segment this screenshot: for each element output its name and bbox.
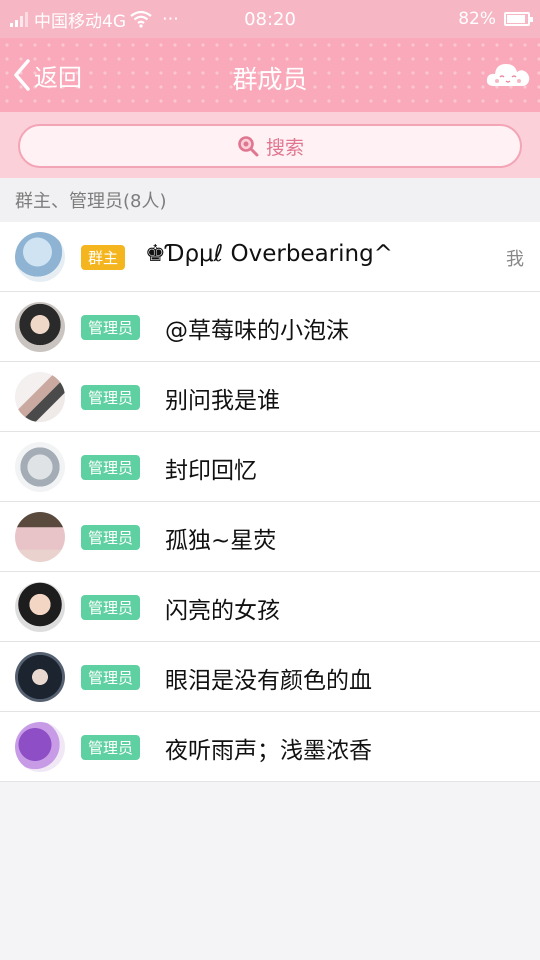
battery-percent: 82%: [458, 9, 496, 29]
self-tag: 我: [506, 249, 524, 270]
member-row[interactable]: 管理员 孤独~星荧: [0, 502, 540, 572]
member-row[interactable]: 管理员 眼泪是没有颜色的血: [0, 642, 540, 712]
cloud-icon[interactable]: [484, 56, 532, 92]
page-title: 群成员: [232, 65, 308, 94]
member-row[interactable]: 管理员 闪亮的女孩: [0, 572, 540, 642]
admin-badge: 管理员: [81, 385, 141, 410]
member-name: ♚Ɗρμℓ Overbearing^: [145, 241, 393, 267]
battery-icon: [504, 12, 533, 26]
avatar: [15, 232, 65, 282]
member-row[interactable]: 管理员 夜听雨声；浅墨浓香: [0, 712, 540, 782]
member-row[interactable]: 管理员 别问我是谁: [0, 362, 540, 432]
member-name: @草莓味的小泡沫: [165, 318, 349, 344]
avatar: [15, 652, 65, 702]
member-name: 眼泪是没有颜色的血: [165, 668, 372, 694]
admin-badge: 管理员: [81, 455, 141, 480]
avatar: [15, 442, 65, 492]
avatar: [15, 302, 65, 352]
member-name: 孤独~星荧: [165, 528, 277, 554]
search-bar: 搜索: [0, 112, 540, 178]
admin-badge: 管理员: [81, 665, 141, 690]
admin-badge: 管理员: [81, 595, 141, 620]
member-name: 封印回忆: [165, 458, 257, 484]
member-row[interactable]: 管理员 封印回忆: [0, 432, 540, 502]
member-name: 别问我是谁: [165, 388, 280, 414]
admin-badge: 管理员: [81, 315, 141, 340]
search-input[interactable]: 搜索: [18, 124, 522, 168]
admin-badge: 管理员: [81, 735, 141, 760]
owner-badge: 群主: [81, 245, 126, 270]
member-row[interactable]: 群主 ♚Ɗρμℓ Overbearing^ 我: [0, 222, 540, 292]
member-row[interactable]: 管理员 @草莓味的小泡沫: [0, 292, 540, 362]
avatar: [15, 372, 65, 422]
admin-badge: 管理员: [81, 525, 141, 550]
avatar: [15, 512, 65, 562]
search-icon: [238, 136, 259, 157]
nav-bar: 返回 群成员: [0, 38, 540, 112]
avatar: [15, 722, 65, 772]
section-header: 群主、管理员(8人): [0, 178, 540, 222]
member-name: 夜听雨声；浅墨浓香: [165, 738, 372, 764]
search-placeholder: 搜索: [265, 136, 304, 159]
member-list: 群主 ♚Ɗρμℓ Overbearing^ 我 管理员 @草莓味的小泡沫 管理员…: [0, 222, 540, 782]
member-name: 闪亮的女孩: [165, 598, 280, 624]
status-bar: 中国移动4G ⋯ 08:20 82%: [0, 0, 540, 38]
avatar: [15, 582, 65, 632]
